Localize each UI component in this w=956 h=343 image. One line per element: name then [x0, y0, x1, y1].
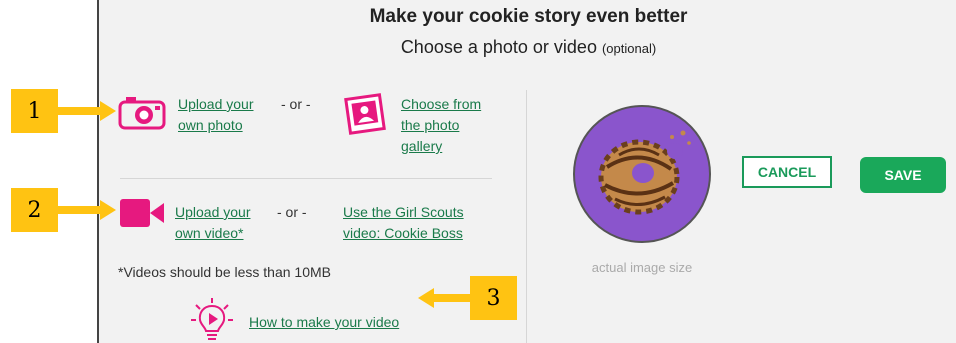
photo-gallery-icon[interactable]	[343, 92, 387, 136]
photo-gallery-link[interactable]: Choose from the photo gallery	[401, 94, 481, 157]
upload-video-line2: own video*	[175, 225, 244, 241]
callout-2-arrow	[58, 200, 116, 220]
callout-3: 3	[470, 276, 517, 320]
video-camera-icon[interactable]	[118, 196, 166, 230]
upload-photo-line2: own photo	[178, 117, 243, 133]
photo-or-separator: - or -	[281, 96, 311, 112]
callout-1-arrow	[58, 101, 116, 121]
how-to-video-link[interactable]: How to make your video	[249, 312, 399, 333]
cookie-preview-image	[573, 105, 711, 243]
upload-video-line1: Upload your	[175, 204, 251, 220]
subtitle-optional: (optional)	[601, 41, 657, 56]
cookie-illustration	[598, 130, 691, 215]
video-or-separator: - or -	[277, 204, 307, 220]
section-divider	[120, 178, 492, 179]
camera-icon[interactable]	[118, 94, 166, 130]
gs-video-line1: Use the Girl Scouts	[343, 204, 464, 220]
subtitle-text: Choose a photo or video	[400, 37, 597, 57]
gallery-line1: Choose from	[401, 96, 482, 112]
save-button[interactable]: SAVE	[860, 157, 946, 193]
girl-scouts-video-link[interactable]: Use the Girl Scouts video: Cookie Boss	[343, 202, 464, 244]
lightbulb-play-icon	[191, 298, 233, 340]
callout-2: 2	[11, 188, 58, 232]
dialog-subtitle: Choose a photo or video (optional)	[99, 37, 956, 58]
cancel-button[interactable]: CANCEL	[742, 156, 832, 188]
vertical-divider	[526, 90, 527, 343]
gs-video-line2: video: Cookie Boss	[343, 225, 463, 241]
gallery-line2: the photo	[401, 117, 460, 133]
callout-1: 1	[11, 89, 58, 133]
upload-video-link[interactable]: Upload your own video*	[175, 202, 251, 244]
image-size-caption: actual image size	[591, 260, 693, 275]
upload-photo-link[interactable]: Upload your own photo	[178, 94, 254, 136]
video-size-note: *Videos should be less than 10MB	[118, 264, 331, 280]
callout-3-arrow	[418, 288, 472, 308]
upload-photo-line1: Upload your	[178, 96, 254, 112]
dialog-title: Make your cookie story even better	[369, 6, 688, 27]
gallery-line3: gallery	[401, 138, 443, 154]
